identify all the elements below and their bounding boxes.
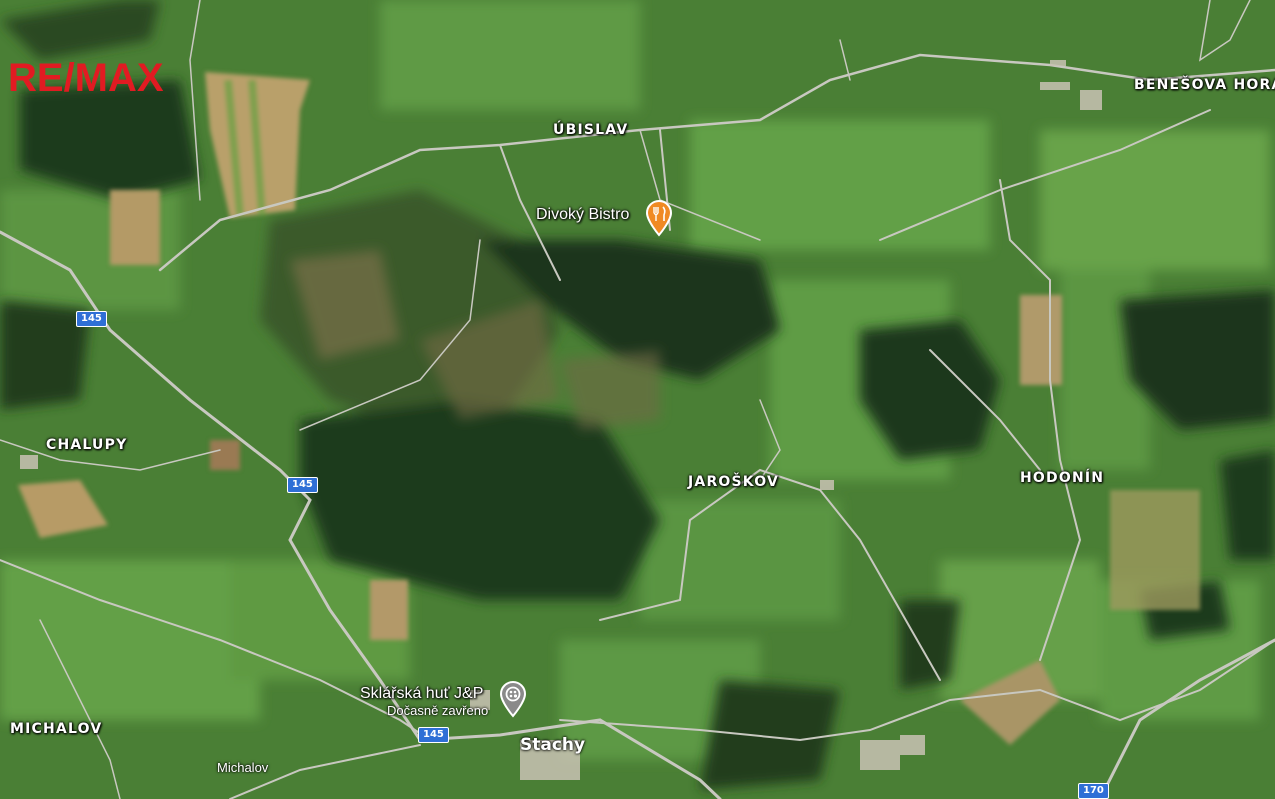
road-shield-145: 145	[76, 311, 107, 327]
satellite-imagery	[0, 0, 1275, 799]
place-label-jaroskov: JAROŠKOV	[688, 474, 779, 490]
road-shield-170: 170	[1078, 783, 1109, 799]
poi-label-divoky-bistro[interactable]: Divoký Bistro	[536, 206, 629, 224]
street-label-michalov: Michalov	[217, 760, 269, 775]
place-label-michalov: MICHALOV	[10, 721, 103, 737]
glass-art-icon	[499, 681, 527, 718]
restaurant-icon	[645, 200, 673, 237]
place-label-hodonin: HODONÍN	[1020, 470, 1105, 486]
svg-text:RE/MAX: RE/MAX	[8, 56, 164, 96]
remax-logo: RE/MAX	[8, 56, 204, 101]
remax-logo-graphic: RE/MAX	[8, 56, 164, 100]
road-shield-145: 145	[418, 727, 449, 743]
road-shield-145: 145	[287, 477, 318, 493]
poi-status-temporarily-closed: Dočasně zavřeno	[387, 703, 489, 718]
place-label-ubislav: ÚBISLAV	[553, 122, 629, 138]
place-label-benesova-hora: BENEŠOVA HORA	[1134, 77, 1275, 93]
satellite-map[interactable]: RE/MAX BENEŠOVA HORA ÚBISLAV CHALUPY JAR…	[0, 0, 1275, 799]
restaurant-pin[interactable]	[644, 199, 674, 237]
place-label-chalupy: CHALUPY	[46, 437, 128, 453]
glassworks-pin[interactable]	[498, 680, 528, 718]
poi-label-sklarska-hut[interactable]: Sklářská huť J&P	[360, 685, 483, 703]
town-label-stachy: Stachy	[520, 735, 586, 755]
